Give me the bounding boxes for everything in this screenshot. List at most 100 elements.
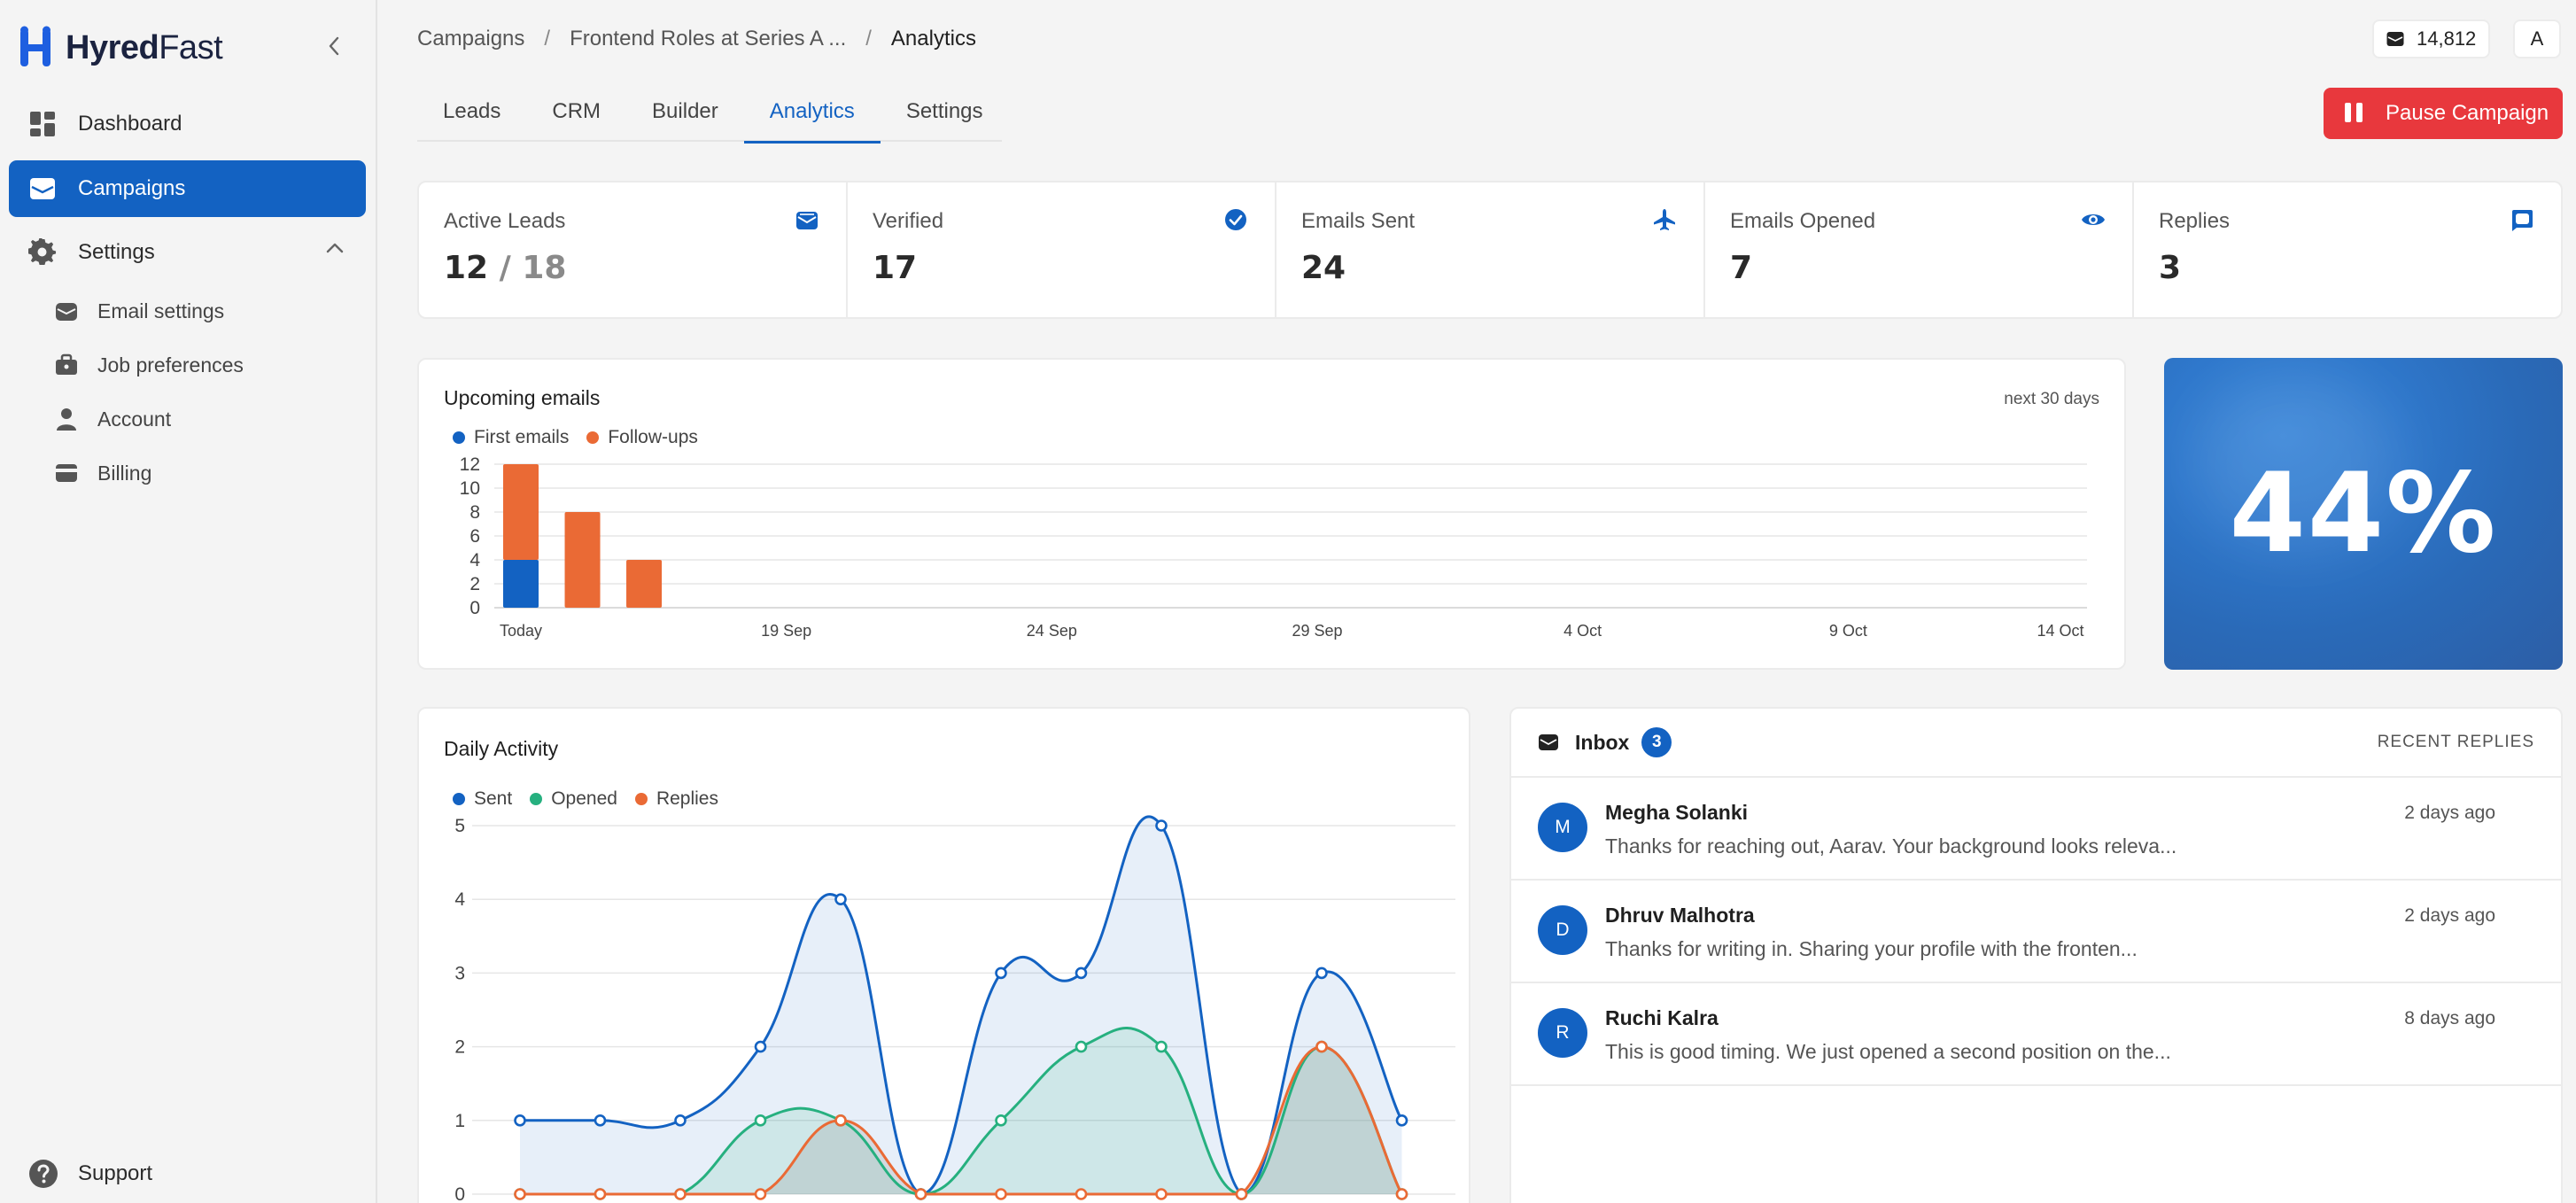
data-point xyxy=(754,1114,767,1127)
upcoming-emails-chart: 0 2 4 6 8 10 12 Today 19 Sep 24 Sep 29 Sep 4 Oct 9 O… xyxy=(460,454,2087,640)
pause-campaign-button[interactable]: Pause Campaign xyxy=(2324,88,2563,139)
data-point xyxy=(514,1114,526,1127)
data-point xyxy=(1155,1188,1168,1200)
stat-value: 7 xyxy=(1730,250,1753,286)
y-tick-label: 12 xyxy=(460,454,480,475)
chevron-left-icon xyxy=(329,36,339,56)
sidebar-item-label: Dashboard xyxy=(78,112,182,136)
inbox-icon xyxy=(1539,734,1558,750)
pause-icon xyxy=(2345,103,2364,124)
sidebar-item-job-preferences[interactable]: Job preferences xyxy=(53,343,244,387)
sidebar-item-email-settings[interactable]: Email settings xyxy=(53,289,224,333)
help-icon xyxy=(29,1160,58,1188)
tab-label: Analytics xyxy=(769,99,855,123)
x-tick-label: Today xyxy=(500,622,542,640)
y-tick-label: 10 xyxy=(460,478,480,499)
support-label: Support xyxy=(78,1161,153,1185)
pause-label: Pause Campaign xyxy=(2386,101,2549,125)
sidebar-item-dashboard[interactable]: Dashboard xyxy=(9,96,366,152)
stat-label: Verified xyxy=(873,209,944,233)
data-point xyxy=(1315,1040,1328,1053)
inbox-message[interactable]: M Megha Solanki 2 days ago Thanks for re… xyxy=(1511,778,2561,881)
data-point xyxy=(1155,1040,1168,1053)
data-point xyxy=(914,1188,927,1200)
sidebar-item-label: Job preferences xyxy=(97,353,244,376)
message-preview: Thanks for reaching out, Aarav. Your bac… xyxy=(1605,834,2177,858)
data-point xyxy=(514,1188,526,1200)
inbox-message[interactable]: R Ruchi Kalra 8 days ago This is good ti… xyxy=(1511,983,2561,1086)
inbox-count-badge: 3 xyxy=(1641,727,1672,757)
inbox-message[interactable]: D Dhruv Malhotra 2 days ago Thanks for w… xyxy=(1511,881,2561,983)
tab-crm[interactable]: CRM xyxy=(526,92,626,142)
x-tick-label: 24 Sep xyxy=(1027,622,1077,640)
data-point xyxy=(1155,819,1168,832)
data-point xyxy=(1075,1188,1088,1200)
brand-name: HyredFast xyxy=(66,28,223,66)
bar xyxy=(503,560,539,608)
breadcrumb-campaign[interactable]: Frontend Roles at Series A ... xyxy=(570,27,846,51)
stat-label: Emails Sent xyxy=(1301,209,1416,233)
inbox-title: Inbox xyxy=(1575,730,1630,754)
stats-bar: Active Leads 12 / 18 Verified 17 Emails … xyxy=(417,181,2563,319)
user-avatar-button[interactable]: A xyxy=(2513,19,2561,58)
y-tick-label: 1 xyxy=(454,1111,465,1131)
envelope-icon xyxy=(2386,32,2404,46)
sidebar-item-settings[interactable]: Settings xyxy=(9,224,366,281)
total-leads-count: 18 xyxy=(522,250,567,286)
breadcrumb-campaigns[interactable]: Campaigns xyxy=(417,27,524,51)
sidebar-item-account[interactable]: Account xyxy=(53,397,171,441)
stat-emails-opened: Emails Opened 7 xyxy=(1705,182,2134,317)
sidebar-item-billing[interactable]: Billing xyxy=(53,451,151,495)
stat-value: 24 xyxy=(1301,250,1346,286)
credits-count: 14,812 xyxy=(2417,27,2477,50)
data-point xyxy=(594,1188,607,1200)
tab-leads[interactable]: Leads xyxy=(417,92,526,142)
breadcrumb-separator: / xyxy=(544,27,551,50)
message-time: 2 days ago xyxy=(2404,905,2495,926)
breadcrumb: Campaigns / Frontend Roles at Series A .… xyxy=(417,27,976,51)
sidebar-item-label: Account xyxy=(97,407,172,431)
recent-replies-label: RECENT REPLIES xyxy=(2377,733,2534,751)
y-tick-label: 0 xyxy=(469,598,480,618)
y-tick-label: 4 xyxy=(469,550,480,570)
message-time: 8 days ago xyxy=(2404,1008,2495,1028)
tab-settings[interactable]: Settings xyxy=(881,92,1009,142)
data-point xyxy=(754,1040,767,1053)
sidebar: HyredFast Dashboard Campaigns Settings E… xyxy=(0,0,377,1203)
bar xyxy=(503,464,539,560)
tab-analytics[interactable]: Analytics xyxy=(743,92,881,144)
support-link[interactable]: Support xyxy=(28,1159,152,1189)
data-point xyxy=(1315,966,1328,980)
y-tick-label: 3 xyxy=(454,963,465,983)
data-point xyxy=(834,893,847,905)
logo[interactable]: HyredFast xyxy=(18,23,223,73)
inbox-header: Inbox 3 RECENT REPLIES xyxy=(1511,709,2561,778)
tab-label: Builder xyxy=(652,99,718,123)
x-tick-label: 9 Oct xyxy=(1829,622,1867,640)
sidebar-item-campaigns[interactable]: Campaigns xyxy=(9,160,366,217)
data-point xyxy=(674,1188,687,1200)
avatar-letter: A xyxy=(2530,27,2544,50)
message-preview: Thanks for writing in. Sharing your prof… xyxy=(1605,937,2138,960)
avatar: D xyxy=(1538,905,1587,955)
grid-icon xyxy=(28,110,57,138)
message-time: 2 days ago xyxy=(2404,803,2495,823)
data-point xyxy=(995,966,1007,980)
avatar: M xyxy=(1538,803,1587,852)
collapse-sidebar-button[interactable] xyxy=(321,28,347,64)
sender-name: Ruchi Kalra xyxy=(1605,1006,1719,1029)
briefcase-icon xyxy=(53,352,80,378)
y-tick-label: 0 xyxy=(454,1184,465,1203)
percent-value: 44% xyxy=(2229,450,2498,578)
y-tick-label: 4 xyxy=(454,889,465,910)
stat-verified: Verified 17 xyxy=(848,182,1276,317)
sidebar-item-label: Email settings xyxy=(97,299,225,322)
breadcrumb-separator: / xyxy=(865,27,872,50)
tab-builder[interactable]: Builder xyxy=(626,92,744,142)
stat-value: 17 xyxy=(873,250,918,286)
credits-badge[interactable]: 14,812 xyxy=(2372,19,2491,58)
daily-activity-chart: 0 1 2 3 4 5 xyxy=(454,815,1455,1203)
envelope-open-icon xyxy=(796,212,818,229)
campaign-tabs: Leads CRM Builder Analytics Settings xyxy=(417,92,1002,144)
gear-icon xyxy=(28,238,57,267)
